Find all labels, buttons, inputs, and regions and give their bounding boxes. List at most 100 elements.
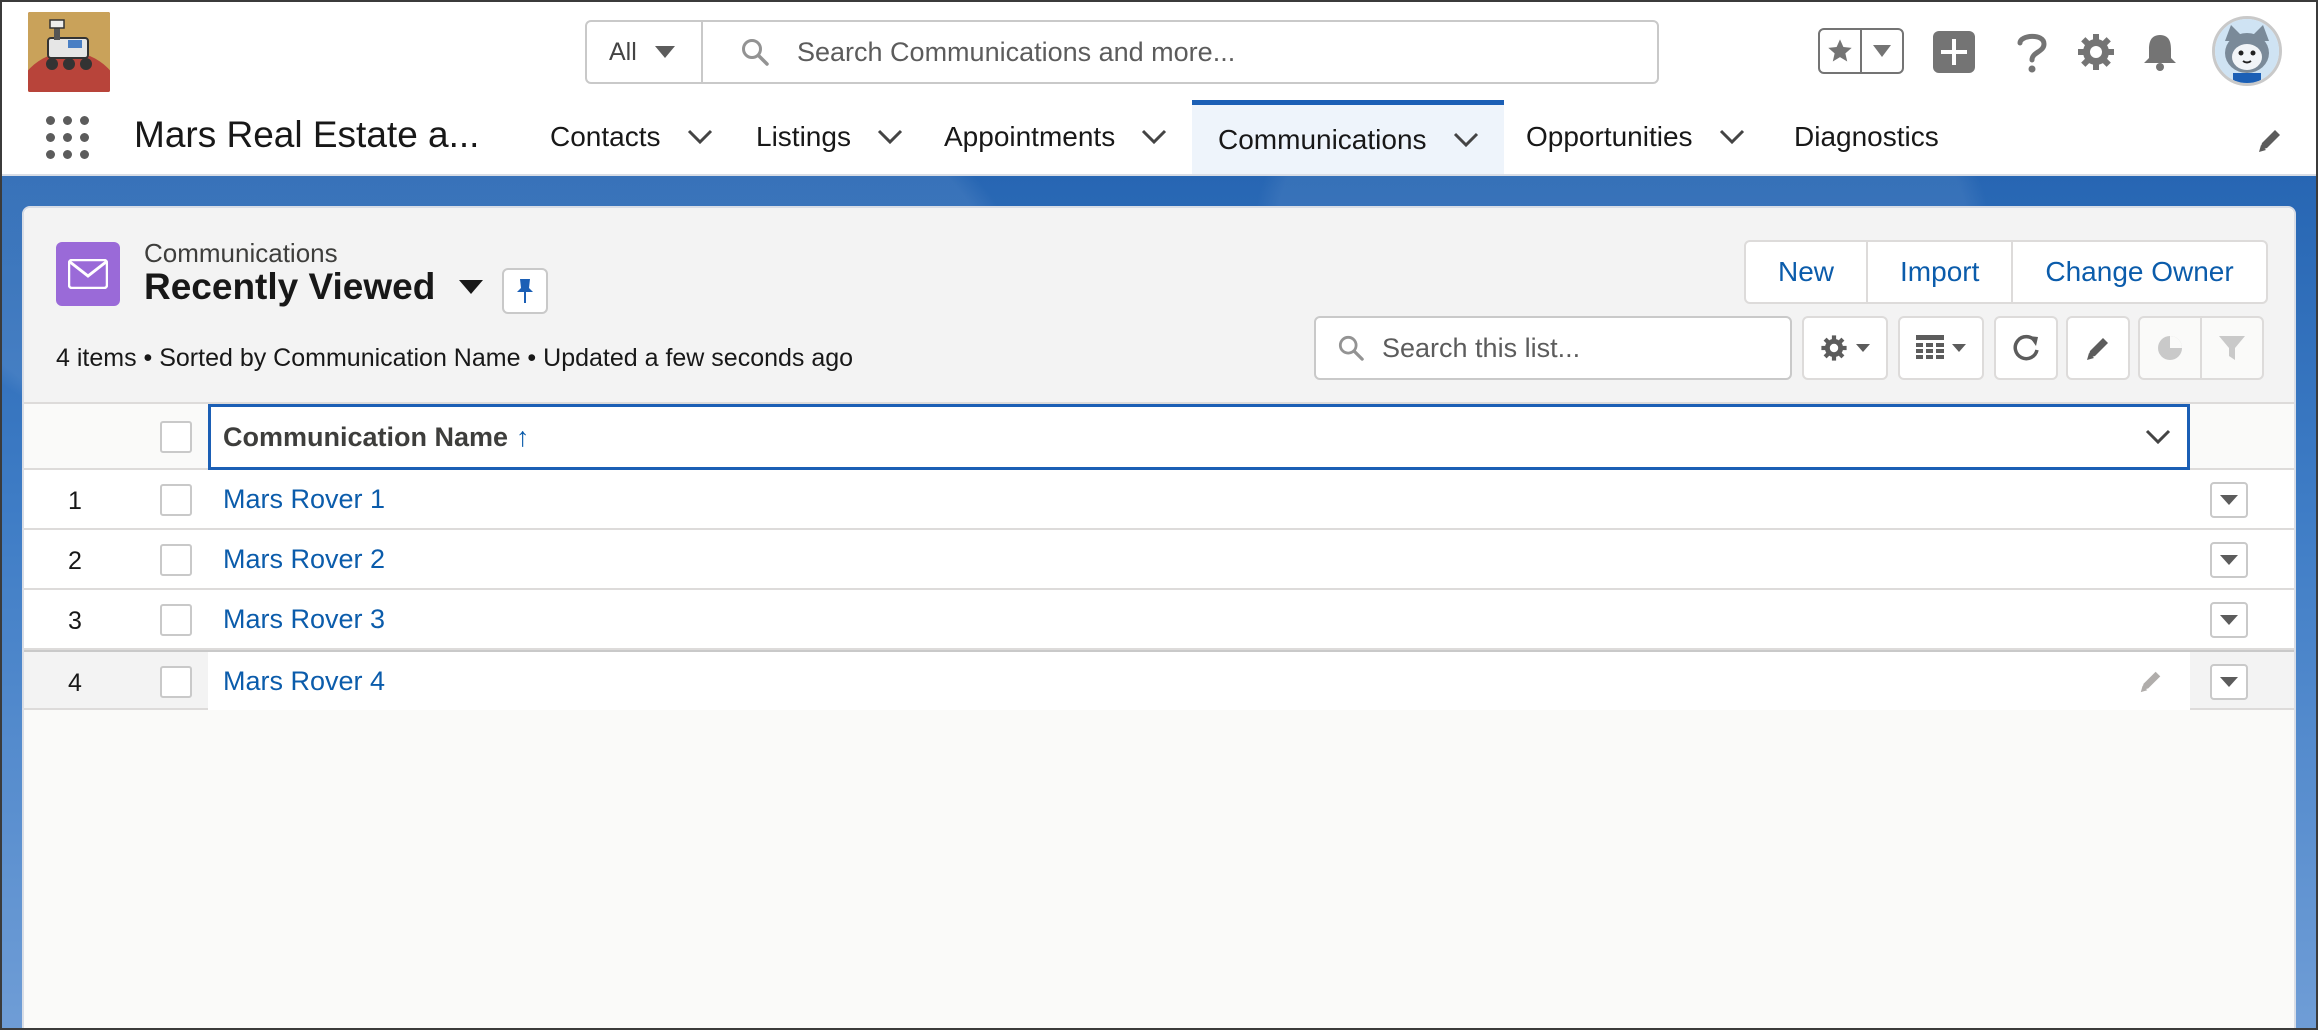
search-scope-label: All xyxy=(609,37,637,66)
list-search[interactable] xyxy=(1314,316,1792,380)
column-header-communication-name[interactable]: Communication Name ↑ xyxy=(208,404,2190,470)
chevron-down-icon xyxy=(654,46,675,58)
row-checkbox[interactable] xyxy=(160,666,192,698)
tab-appointments[interactable]: Appointments xyxy=(944,100,1167,174)
search-scope-dropdown[interactable]: All xyxy=(587,22,703,82)
row-action-menu[interactable] xyxy=(2210,542,2248,578)
tab-contacts[interactable]: Contacts xyxy=(550,100,713,174)
app-window: All Search Communications and more... Ma… xyxy=(0,0,2318,1030)
chevron-down-icon xyxy=(2220,555,2238,565)
list-view-panel: Communications Recently Viewed 4 items •… xyxy=(22,206,2296,1028)
chevron-down-icon[interactable] xyxy=(1453,132,1479,148)
search-icon xyxy=(1338,335,1364,361)
tab-label: Opportunities xyxy=(1526,121,1693,152)
name-cell: Mars Rover 1 xyxy=(208,470,2190,528)
change-owner-button[interactable]: Change Owner xyxy=(2013,242,2265,302)
search-icon xyxy=(742,39,769,66)
list-settings-button[interactable] xyxy=(1802,316,1888,380)
row-checkbox[interactable] xyxy=(160,484,192,516)
list-actions: New Import Change Owner xyxy=(1744,240,2268,304)
row-action-menu[interactable] xyxy=(2210,664,2248,700)
row-number: 1 xyxy=(68,487,82,515)
favorites-button[interactable] xyxy=(1818,28,1904,74)
tab-label: Listings xyxy=(756,121,851,152)
record-link[interactable]: Mars Rover 2 xyxy=(223,544,385,575)
table-row: 2 Mars Rover 2 xyxy=(24,530,2294,590)
help-icon[interactable] xyxy=(2010,30,2054,74)
chart-button[interactable] xyxy=(2140,318,2202,378)
name-cell: Mars Rover 3 xyxy=(208,590,2190,648)
chevron-down-icon[interactable] xyxy=(459,280,484,294)
list-search-input[interactable] xyxy=(1382,332,1782,364)
import-button[interactable]: Import xyxy=(1868,242,2014,302)
tab-opportunities[interactable]: Opportunities xyxy=(1526,100,1745,174)
favorites-menu-icon[interactable] xyxy=(1862,30,1902,72)
list-meta: 4 items • Sorted by Communication Name •… xyxy=(56,344,854,372)
filter-icon xyxy=(2219,336,2245,360)
refresh-button[interactable] xyxy=(1994,316,2058,380)
record-link[interactable]: Mars Rover 1 xyxy=(223,484,385,515)
display-as-table-icon xyxy=(1916,335,1944,359)
row-number: 2 xyxy=(68,547,82,575)
sort-ascending-icon: ↑ xyxy=(516,421,530,452)
refresh-icon xyxy=(2013,334,2039,361)
chevron-down-icon xyxy=(1952,344,1966,352)
filter-button[interactable] xyxy=(2202,318,2262,378)
list-view-header: Communications Recently Viewed 4 items •… xyxy=(24,208,2294,404)
chevron-down-icon[interactable] xyxy=(687,129,713,145)
list-view-selector[interactable]: Recently Viewed xyxy=(144,266,484,308)
table-header: Communication Name ↑ xyxy=(24,404,2294,470)
record-link[interactable]: Mars Rover 4 xyxy=(223,666,385,697)
avatar[interactable] xyxy=(2212,16,2282,86)
chevron-down-icon[interactable] xyxy=(1719,129,1745,145)
table-row: 4 Mars Rover 4 xyxy=(24,650,2294,710)
list-table: Communication Name ↑ 1 Mars Rover 1 2 Ma… xyxy=(24,404,2294,710)
new-button[interactable]: New xyxy=(1746,242,1869,302)
list-settings-icon xyxy=(1821,335,1847,361)
edit-nav-icon[interactable] xyxy=(2256,126,2284,159)
object-label: Communications xyxy=(144,238,338,268)
chevron-down-icon[interactable] xyxy=(2145,429,2171,445)
favorites-star-icon[interactable] xyxy=(1820,30,1862,72)
edit-list-button[interactable] xyxy=(2066,316,2130,380)
app-launcher-icon[interactable] xyxy=(46,116,90,160)
chevron-down-icon xyxy=(2220,495,2238,505)
chevron-down-icon[interactable] xyxy=(1141,129,1167,145)
tab-listings[interactable]: Listings xyxy=(756,100,903,174)
chart-icon xyxy=(2158,336,2182,360)
chevron-down-icon xyxy=(2220,615,2238,625)
add-icon[interactable] xyxy=(1932,30,1976,74)
app-name: Mars Real Estate a... xyxy=(134,114,480,155)
table-row: 3 Mars Rover 3 xyxy=(24,590,2294,650)
display-as-button[interactable] xyxy=(1898,316,1984,380)
chevron-down-icon[interactable] xyxy=(877,129,903,145)
inline-edit-icon[interactable] xyxy=(2138,668,2164,699)
row-checkbox[interactable] xyxy=(160,604,192,636)
notifications-bell-icon[interactable] xyxy=(2138,30,2182,74)
row-action-menu[interactable] xyxy=(2210,602,2248,638)
email-envelope-icon xyxy=(56,242,120,306)
pin-icon xyxy=(517,279,533,303)
name-cell: Mars Rover 2 xyxy=(208,530,2190,588)
record-link[interactable]: Mars Rover 3 xyxy=(223,604,385,635)
name-cell: Mars Rover 4 xyxy=(208,652,2190,710)
pin-button[interactable] xyxy=(502,268,548,314)
edit-icon xyxy=(2087,338,2108,360)
page-title: Recently Viewed xyxy=(144,266,436,307)
tab-diagnostics[interactable]: Diagnostics xyxy=(1794,100,1939,174)
search-field[interactable] xyxy=(703,22,1657,82)
tab-label: Diagnostics xyxy=(1794,121,1939,152)
app-logo[interactable] xyxy=(28,12,110,92)
tab-communications[interactable]: Communications xyxy=(1192,100,1504,174)
chevron-down-icon xyxy=(1856,344,1870,352)
setup-gear-icon[interactable] xyxy=(2074,30,2118,74)
chart-filter-group xyxy=(2138,316,2264,380)
select-all-checkbox[interactable] xyxy=(160,421,192,453)
row-action-menu[interactable] xyxy=(2210,482,2248,518)
global-header: All xyxy=(2,2,2316,100)
search-input[interactable] xyxy=(797,36,1597,68)
table-row: 1 Mars Rover 1 xyxy=(24,470,2294,530)
tab-label: Appointments xyxy=(944,121,1116,152)
global-search: All xyxy=(585,20,1659,84)
row-checkbox[interactable] xyxy=(160,544,192,576)
